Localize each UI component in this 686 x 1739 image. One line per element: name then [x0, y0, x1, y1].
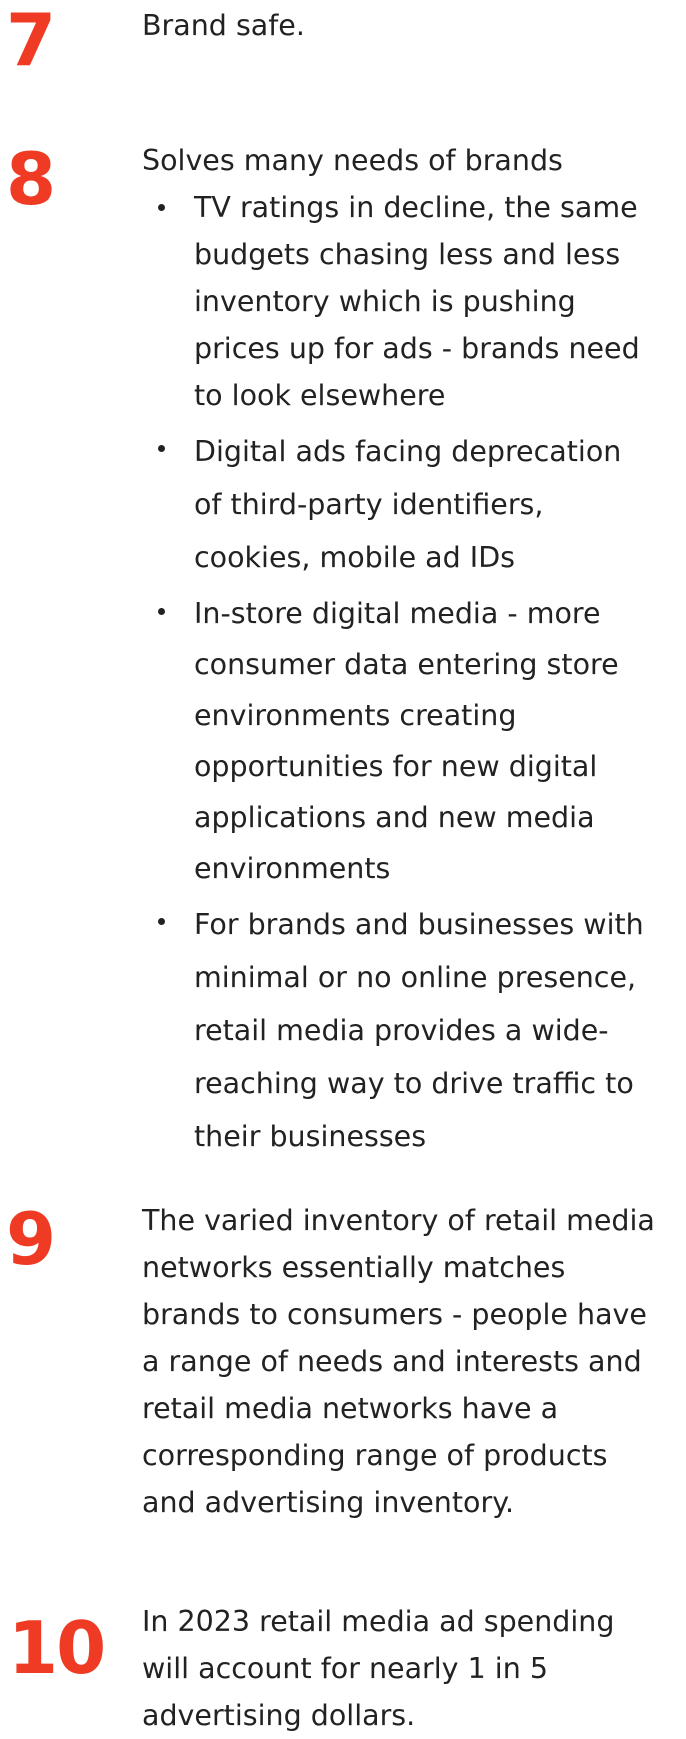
item-text-7: Brand safe. [142, 9, 305, 42]
bullet-dot-icon [158, 918, 165, 925]
bullet-text: Digital ads facing deprecation of third-… [194, 435, 622, 574]
item-8-bullet-list: TV ratings in decline, the same budgets … [142, 184, 644, 1163]
item-number-9: 9 [6, 1197, 56, 1281]
bullet-item: TV ratings in decline, the same budgets … [142, 184, 644, 419]
item-text-9: The varied inventory of retail media net… [142, 1204, 655, 1519]
item-text-10: In 2023 retail media ad spending will ac… [142, 1605, 615, 1732]
item-number-10: 10 [8, 1606, 106, 1690]
bullet-item: In-store digital media - more consumer d… [142, 588, 644, 894]
item-heading-8: Solves many needs of brands [142, 144, 563, 177]
bullet-dot-icon [158, 608, 165, 615]
bullet-text: TV ratings in decline, the same budgets … [194, 191, 640, 412]
bullet-dot-icon [158, 445, 165, 452]
bullet-text: In-store digital media - more consumer d… [194, 597, 619, 885]
item-number-8: 8 [6, 137, 56, 221]
bullet-item: For brands and businesses with minimal o… [142, 898, 644, 1163]
bullet-item: Digital ads facing deprecation of third-… [142, 425, 644, 584]
item-number-7: 7 [6, 0, 56, 82]
bullet-text: For brands and businesses with minimal o… [194, 908, 644, 1153]
bullet-dot-icon [158, 204, 165, 211]
